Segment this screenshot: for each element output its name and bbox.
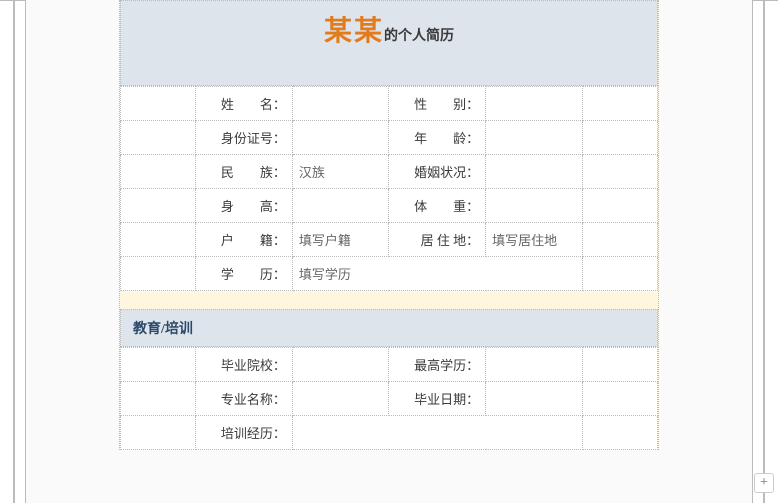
- ruler-right: [752, 0, 778, 503]
- table-row: 姓 名： 性 别：: [121, 87, 658, 121]
- value: 填写学历: [292, 257, 582, 291]
- table-row: 毕业院校： 最高学历：: [121, 348, 658, 382]
- header-suffix: 的个人简历: [384, 29, 454, 44]
- table-row: 户 籍： 填写户籍 居 住 地： 填写居住地: [121, 223, 658, 257]
- label: 毕业院校：: [196, 348, 293, 382]
- value: [486, 382, 583, 416]
- label: 最高学历：: [389, 348, 486, 382]
- table-row: 身份证号： 年 龄：: [121, 121, 658, 155]
- value: [486, 155, 583, 189]
- table-row: 身 高： 体 重：: [121, 189, 658, 223]
- label: 婚姻状况：: [389, 155, 486, 189]
- ruler-left: [0, 0, 26, 503]
- label: 专业名称：: [196, 382, 293, 416]
- value: [292, 348, 389, 382]
- label: 年 龄：: [389, 121, 486, 155]
- label: 性 别：: [389, 87, 486, 121]
- value: [486, 87, 583, 121]
- value: [292, 416, 582, 450]
- header-name: 某某: [324, 16, 384, 47]
- table-row: 专业名称： 毕业日期：: [121, 382, 658, 416]
- table-row: 培训经历：: [121, 416, 658, 450]
- table-row: 民 族： 汉族 婚姻状况：: [121, 155, 658, 189]
- value: [486, 348, 583, 382]
- value: [292, 189, 389, 223]
- value: [486, 189, 583, 223]
- label: 身份证号：: [196, 121, 293, 155]
- value: 填写居住地: [486, 223, 583, 257]
- value: [292, 382, 389, 416]
- value: [292, 121, 389, 155]
- label: 体 重：: [389, 189, 486, 223]
- resume-page: 某某的个人简历 姓 名： 性 别： 身份证号：: [119, 0, 659, 450]
- value: 填写户籍: [292, 223, 389, 257]
- resume-header: 某某的个人简历: [120, 0, 658, 86]
- value: [292, 87, 389, 121]
- table-row: 学 历： 填写学历: [121, 257, 658, 291]
- label: 培训经历：: [196, 416, 293, 450]
- basic-info-table: 姓 名： 性 别： 身份证号： 年 龄： 民 族：: [120, 86, 658, 291]
- label: 民 族：: [196, 155, 293, 189]
- section-header-education: 教育/培训: [120, 309, 658, 347]
- label: 居 住 地：: [389, 223, 486, 257]
- section-gap: [120, 291, 658, 309]
- label: 姓 名：: [196, 87, 293, 121]
- value: 汉族: [292, 155, 389, 189]
- label: 学 历：: [196, 257, 293, 291]
- label: 户 籍：: [196, 223, 293, 257]
- add-button[interactable]: +: [754, 473, 774, 493]
- edu-info-table: 毕业院校： 最高学历： 专业名称： 毕业日期： 培训经历：: [120, 347, 658, 450]
- label: 毕业日期：: [389, 382, 486, 416]
- label: 身 高：: [196, 189, 293, 223]
- value: [486, 121, 583, 155]
